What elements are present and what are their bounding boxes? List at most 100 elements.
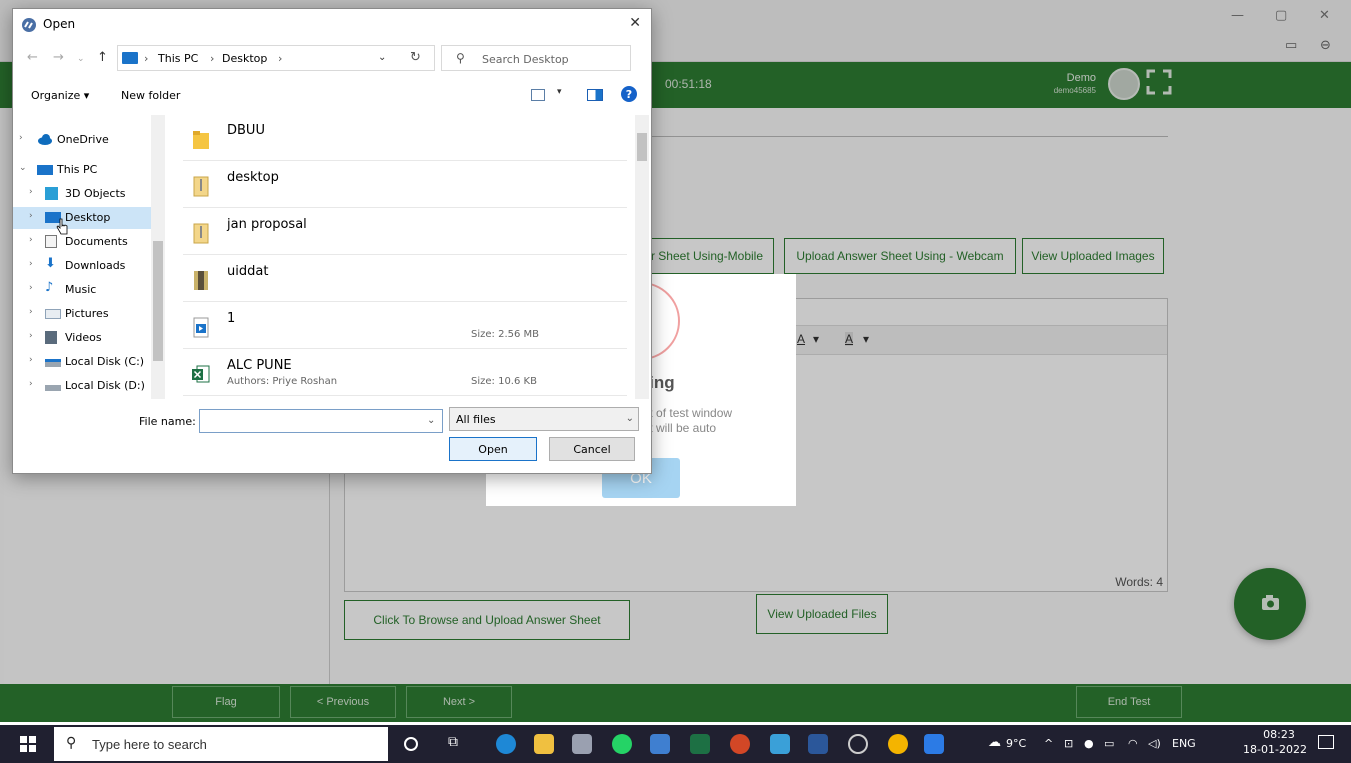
nav-item-pictures[interactable]: › Pictures (13, 303, 151, 325)
cancel-button[interactable]: Cancel (549, 437, 635, 461)
camera-button[interactable] (1234, 568, 1306, 640)
bg-color-button[interactable]: A (845, 332, 854, 346)
expand-icon[interactable]: › (29, 211, 33, 221)
file-list-scrollbar[interactable] (635, 115, 649, 399)
up-icon[interactable]: ↑ (97, 50, 108, 65)
upload-webcam-button[interactable]: Upload Answer Sheet Using - Webcam (784, 238, 1016, 274)
scrollbar-thumb[interactable] (153, 241, 163, 361)
powerpoint-icon[interactable] (730, 734, 750, 754)
help-icon[interactable]: ? (621, 86, 637, 102)
notification-icon[interactable] (1318, 735, 1334, 749)
clock-date[interactable]: 18-01-2022 (1242, 743, 1308, 756)
view-options-icon[interactable] (531, 89, 545, 101)
zoom-icon[interactable]: ⊖ (1320, 38, 1331, 53)
nav-item-3d-objects[interactable]: › 3D Objects (13, 183, 151, 205)
end-test-button[interactable]: End Test (1076, 686, 1182, 718)
nav-item-videos[interactable]: › Videos (13, 327, 151, 349)
expand-icon[interactable]: › (29, 355, 33, 365)
expand-icon[interactable]: › (29, 235, 33, 245)
back-icon[interactable]: ← (27, 50, 38, 65)
chevron-down-icon[interactable]: ▾ (557, 87, 562, 97)
chevron-down-icon[interactable]: ⌄ (378, 52, 386, 63)
file-row-dbuu[interactable]: DBUU (183, 115, 627, 161)
expand-icon[interactable]: › (29, 187, 33, 197)
browse-upload-button[interactable]: Click To Browse and Upload Answer Sheet (344, 600, 630, 640)
breadcrumb-this-pc[interactable]: This PC (158, 52, 198, 65)
word-icon[interactable] (808, 734, 828, 754)
minimize-button[interactable]: — (1231, 8, 1244, 23)
app-tray-icon[interactable]: ⊡ (1064, 737, 1073, 750)
view-uploaded-files-button[interactable]: View Uploaded Files (756, 594, 888, 634)
address-bar[interactable]: › This PC › Desktop › ⌄ ↻ (117, 45, 435, 71)
photos-icon[interactable] (770, 734, 790, 754)
nav-item-this-pc[interactable]: ⌄ This PC (13, 159, 151, 181)
refresh-icon[interactable]: ↻ (410, 50, 421, 65)
file-name-input[interactable] (199, 409, 443, 433)
flag-button[interactable]: Flag (172, 686, 280, 718)
nav-item-local-disk-c[interactable]: › Local Disk (C:) (13, 351, 151, 373)
expand-icon[interactable]: › (29, 331, 33, 341)
task-view-icon[interactable]: ⧉ (448, 734, 468, 754)
font-color-button[interactable]: A (797, 332, 805, 346)
file-row-1[interactable]: 1 Size: 2.56 MB (183, 303, 627, 349)
nav-item-music[interactable]: › ♪ Music (13, 279, 151, 301)
expand-icon[interactable]: › (29, 379, 33, 389)
nav-item-local-disk-d[interactable]: › Local Disk (D:) (13, 375, 151, 397)
cortana-icon[interactable] (404, 737, 418, 751)
bg-color-dropdown[interactable]: ▾ (863, 332, 869, 346)
font-color-dropdown[interactable]: ▾ (813, 332, 819, 346)
file-row-alc-pune[interactable]: ALC PUNE Authors: Priye Roshan Size: 10.… (183, 350, 627, 396)
new-folder-button[interactable]: New folder (121, 89, 180, 102)
edge-icon[interactable] (496, 734, 516, 754)
expand-icon[interactable]: › (29, 259, 33, 269)
weather-temp[interactable]: 9°C (1006, 737, 1026, 750)
expand-icon[interactable]: › (29, 283, 33, 293)
close-icon[interactable]: ✕ (629, 15, 641, 31)
search-input[interactable]: ⚲ Search Desktop (441, 45, 631, 71)
breadcrumb-desktop[interactable]: Desktop (222, 52, 267, 65)
file-row-jan-proposal[interactable]: jan proposal (183, 209, 627, 255)
next-button[interactable]: Next > (406, 686, 512, 718)
app-icon[interactable] (650, 734, 670, 754)
battery-icon[interactable]: ▭ (1104, 737, 1114, 750)
clock-time[interactable]: 08:23 (1250, 728, 1308, 741)
nav-item-desktop[interactable]: › Desktop (13, 207, 151, 229)
volume-icon[interactable]: ◁) (1148, 737, 1161, 750)
open-button[interactable]: Open (449, 437, 537, 461)
app-icon[interactable] (924, 734, 944, 754)
restore-button[interactable]: ▢ (1275, 8, 1287, 23)
obs-icon[interactable] (848, 734, 868, 754)
recent-dropdown-icon[interactable]: ⌄ (77, 54, 85, 64)
preview-pane-icon[interactable] (587, 89, 603, 101)
chrome-icon[interactable] (888, 734, 908, 754)
app-icon[interactable] (572, 734, 592, 754)
wifi-icon[interactable]: ◠ (1128, 737, 1138, 750)
expand-icon[interactable]: › (29, 307, 33, 317)
forward-icon[interactable]: → (53, 50, 64, 65)
nav-item-documents[interactable]: › Documents (13, 231, 151, 253)
taskbar-search-input[interactable]: ⚲ Type here to search (54, 727, 388, 761)
close-button[interactable]: ✕ (1319, 8, 1330, 23)
file-row-uiddat[interactable]: uiddat (183, 256, 627, 302)
nav-item-downloads[interactable]: › ⬇ Downloads (13, 255, 151, 277)
camera-icon[interactable]: ▭ (1285, 38, 1297, 53)
file-type-select[interactable]: All files ⌄ (449, 407, 639, 431)
microphone-icon[interactable]: ● (1084, 737, 1094, 750)
view-uploaded-images-button[interactable]: View Uploaded Images (1022, 238, 1164, 274)
collapse-icon[interactable]: ⌄ (19, 163, 27, 173)
nav-scrollbar[interactable] (151, 115, 165, 399)
organize-menu[interactable]: Organize ▾ (31, 89, 89, 102)
language-indicator[interactable]: ENG (1172, 737, 1196, 750)
excel-icon[interactable] (690, 734, 710, 754)
upload-mobile-button[interactable]: r Sheet Using-Mobile (640, 238, 774, 274)
file-row-desktop[interactable]: desktop (183, 162, 627, 208)
expand-icon[interactable]: › (19, 133, 23, 143)
nav-item-onedrive[interactable]: › OneDrive (13, 129, 151, 151)
windows-start-icon[interactable] (20, 736, 36, 752)
file-explorer-icon[interactable] (534, 734, 554, 754)
fullscreen-icon[interactable] (1146, 69, 1172, 95)
scrollbar-thumb[interactable] (637, 133, 647, 161)
chevron-up-icon[interactable]: ^ (1044, 737, 1053, 750)
whatsapp-icon[interactable] (612, 734, 632, 754)
previous-button[interactable]: < Previous (290, 686, 396, 718)
